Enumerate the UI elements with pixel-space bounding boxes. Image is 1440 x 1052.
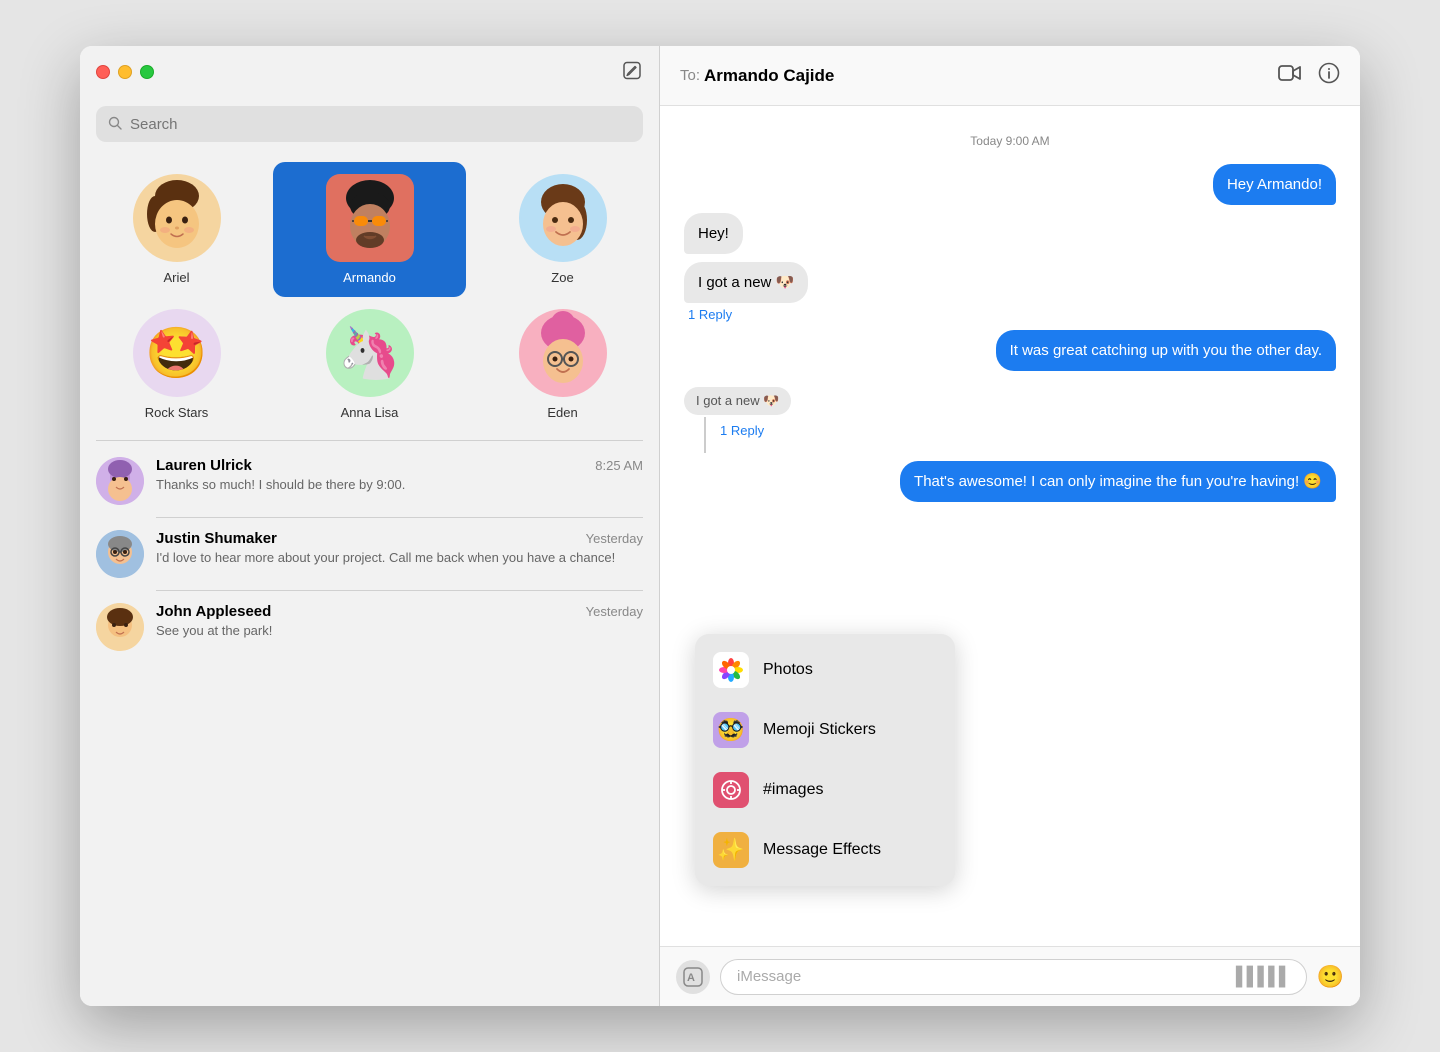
audio-icon: ▌▌▌▌▌ <box>1236 966 1290 987</box>
images-icon <box>713 772 749 808</box>
reply-thread-1[interactable]: 1 Reply <box>684 307 808 322</box>
to-label: To: <box>680 67 700 84</box>
compose-button[interactable] <box>621 60 643 85</box>
convo-preview-john: See you at the park! <box>156 622 643 640</box>
pinned-item-zoe[interactable]: Zoe <box>466 162 659 297</box>
convo-time-justin: Yesterday <box>586 531 643 546</box>
maximize-button[interactable] <box>140 65 154 79</box>
convo-header-justin: Justin Shumaker Yesterday <box>156 530 643 547</box>
avatar-armando <box>326 174 414 262</box>
pinned-item-eden[interactable]: Eden <box>466 297 659 432</box>
avatar-ariel <box>133 174 221 262</box>
convo-time-john: Yesterday <box>586 604 643 619</box>
emoji-button[interactable]: 🙂 <box>1317 964 1344 990</box>
popup-item-images[interactable]: #images <box>695 760 955 820</box>
input-bar: A iMessage ▌▌▌▌▌ 🙂 <box>660 946 1360 1006</box>
avatar-annalisa: 🦄 <box>326 309 414 397</box>
convo-name-justin: Justin Shumaker <box>156 530 277 547</box>
thread-connector <box>704 417 706 453</box>
memoji-icon: 🥸 <box>713 712 749 748</box>
pinned-label-annalisa: Anna Lisa <box>341 405 399 420</box>
popup-item-photos[interactable]: Photos <box>695 640 955 700</box>
svg-text:A: A <box>687 972 695 984</box>
imessage-input[interactable]: iMessage ▌▌▌▌▌ <box>720 959 1307 995</box>
search-bar[interactable] <box>96 106 643 142</box>
conversation-item-justin[interactable]: Justin Shumaker Yesterday I'd love to he… <box>80 518 659 590</box>
sub-reply-1[interactable]: 1 Reply <box>716 423 764 438</box>
traffic-lights <box>96 65 154 79</box>
pinned-contacts-grid: Ariel <box>80 154 659 440</box>
bubble-new-dog: I got a new 🐶 <box>684 262 808 303</box>
left-panel: Ariel <box>80 46 660 1006</box>
thread-group: I got a new 🐶 1 Reply <box>684 387 791 453</box>
convo-name-john: John Appleseed <box>156 603 271 620</box>
info-button[interactable] <box>1318 62 1340 90</box>
pinned-item-ariel[interactable]: Ariel <box>80 162 273 297</box>
titlebar <box>80 46 659 98</box>
effects-icon: ✨ <box>713 832 749 868</box>
pinned-item-rockstars[interactable]: 🤩 Rock Stars <box>80 297 273 432</box>
avatar-eden <box>519 309 607 397</box>
minimize-button[interactable] <box>118 65 132 79</box>
bubble-hey: Hey! <box>684 213 743 254</box>
pinned-label-zoe: Zoe <box>551 270 573 285</box>
convo-content-john: John Appleseed Yesterday See you at the … <box>156 603 643 640</box>
message-great-catchup: It was great catching up with you the ot… <box>996 330 1336 371</box>
sub-bubble-dog: I got a new 🐶 <box>684 387 791 415</box>
video-call-button[interactable] <box>1278 63 1302 89</box>
timestamp: Today 9:00 AM <box>684 134 1336 148</box>
avatar-rockstars: 🤩 <box>133 309 221 397</box>
convo-content-lauren: Lauren Ulrick 8:25 AM Thanks so much! I … <box>156 457 643 494</box>
message-hey-armando: Hey Armando! <box>1213 164 1336 205</box>
pinned-label-rockstars: Rock Stars <box>145 405 209 420</box>
popup-menu: Photos 🥸 Memoji Stickers #ima <box>695 634 955 886</box>
convo-avatar-lauren <box>96 457 144 505</box>
convo-time-lauren: 8:25 AM <box>595 458 643 473</box>
convo-name-lauren: Lauren Ulrick <box>156 457 252 474</box>
pinned-item-annalisa[interactable]: 🦄 Anna Lisa <box>273 297 466 432</box>
popup-label-images: #images <box>763 781 823 799</box>
avatar-zoe <box>519 174 607 262</box>
app-window: Ariel <box>80 46 1360 1006</box>
pinned-label-armando: Armando <box>343 270 396 285</box>
popup-item-memoji[interactable]: 🥸 Memoji Stickers <box>695 700 955 760</box>
conversation-item-john[interactable]: John Appleseed Yesterday See you at the … <box>80 591 659 663</box>
search-icon <box>108 116 122 133</box>
popup-item-effects[interactable]: ✨ Message Effects <box>695 820 955 880</box>
conversation-item-lauren[interactable]: Lauren Ulrick 8:25 AM Thanks so much! I … <box>80 445 659 517</box>
search-input[interactable] <box>130 116 631 133</box>
photos-icon <box>713 652 749 688</box>
popup-label-memoji: Memoji Stickers <box>763 721 876 739</box>
right-panel: To: Armando Cajide Today 9:00 AM <box>660 46 1360 1006</box>
message-new-dog: I got a new 🐶 1 Reply <box>684 262 808 322</box>
chat-header: To: Armando Cajide <box>660 46 1360 106</box>
message-awesome: That's awesome! I can only imagine the f… <box>900 461 1336 502</box>
bubble-great-catchup: It was great catching up with you the ot… <box>996 330 1336 371</box>
message-hey: Hey! <box>684 213 743 254</box>
convo-header-john: John Appleseed Yesterday <box>156 603 643 620</box>
bubble-hey-armando: Hey Armando! <box>1213 164 1336 205</box>
convo-avatar-justin <box>96 530 144 578</box>
pinned-item-armando[interactable]: Armando <box>273 162 466 297</box>
conversation-list: Lauren Ulrick 8:25 AM Thanks so much! I … <box>80 441 659 1006</box>
convo-header-lauren: Lauren Ulrick 8:25 AM <box>156 457 643 474</box>
convo-content-justin: Justin Shumaker Yesterday I'd love to he… <box>156 530 643 567</box>
contact-name: Armando Cajide <box>704 66 1262 86</box>
bubble-awesome: That's awesome! I can only imagine the f… <box>900 461 1336 502</box>
pinned-label-eden: Eden <box>547 405 577 420</box>
convo-preview-lauren: Thanks so much! I should be there by 9:0… <box>156 476 643 494</box>
pinned-label-ariel: Ariel <box>163 270 189 285</box>
input-placeholder: iMessage <box>737 968 801 985</box>
close-button[interactable] <box>96 65 110 79</box>
popup-label-effects: Message Effects <box>763 841 881 859</box>
popup-label-photos: Photos <box>763 661 813 679</box>
convo-avatar-john <box>96 603 144 651</box>
convo-preview-justin: I'd love to hear more about your project… <box>156 549 643 567</box>
app-store-button[interactable]: A <box>676 960 710 994</box>
